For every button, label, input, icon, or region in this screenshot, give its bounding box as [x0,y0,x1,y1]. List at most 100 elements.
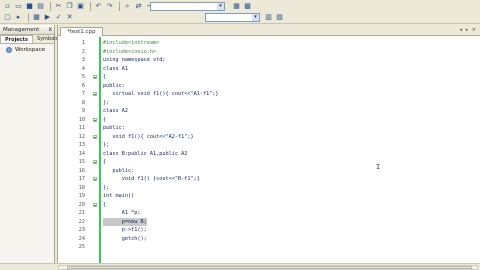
new-file-icon[interactable]: ▫ [3,2,12,11]
line-number: 3 [81,57,85,63]
code-line[interactable]: class B:public A1,public A2 [103,150,187,159]
code-line[interactable]: { [103,73,106,82]
fold-marker-icon[interactable] [93,134,97,139]
code-line[interactable]: p->f1(); [103,226,147,235]
paste-icon[interactable]: ▣ [76,2,85,11]
fold-marker-icon[interactable] [93,177,97,181]
text-cursor: I [376,163,381,171]
fold-marker-icon[interactable] [93,92,97,96]
toolbar-separator [90,2,91,11]
line-number: 7 [81,91,85,97]
compile-icon[interactable]: ▦ [32,13,41,22]
line-number: 20 [78,201,85,208]
code-line[interactable]: virtual void f1(){ cout<<"A1-f1";} [103,90,218,99]
line-number-gutter: 1 2 3 4 5 6 7 8 9 10 11 12 13 14 15 16 17 18 19 20 21 22 23 24 2… [58,37,91,263]
code-line[interactable]: { [103,201,106,210]
fold-marker-icon[interactable] [93,75,97,79]
chevron-down-icon[interactable]: ▾ [252,14,259,21]
undo-icon[interactable]: ↶ [94,2,103,11]
workspace-item[interactable]: Workspace [0,47,54,53]
toolbar-row-2-right: ▥ ▧ [264,12,286,23]
code-line[interactable]: }; [103,184,109,193]
management-title-text: Management [3,27,40,33]
line-number: 1 [81,40,85,46]
line-number: 12 [78,133,85,140]
toolbar: ▫ ▭ ■ ▤ ✂ ❐ ▣ ↶ ↷ ⌕ ⇄ → ▾ ▦ ▩ ▢ ▸ ▦ ▶ ✓ … [0,0,480,24]
code-line[interactable]: void f1(){ cout<<"A2-f1";} [103,133,193,142]
project-icon[interactable]: ▢ [3,13,12,22]
redo-icon[interactable]: ↷ [105,2,114,11]
management-panel: Management x Projects Symbols Workspace [0,25,58,263]
options-icon[interactable]: ▧ [275,13,284,22]
bookmark-icon[interactable]: ▸ [14,13,23,22]
toolbar-combo-2[interactable]: ▾ [205,13,260,22]
code-line[interactable]: #include<iostream> [103,39,159,48]
code-line[interactable]: p=new B; [103,217,147,226]
line-number: 16 [78,167,85,174]
find-icon[interactable]: ⌕ [123,2,132,11]
replace-icon[interactable]: ⇄ [134,2,143,11]
fold-marker-icon[interactable] [93,160,97,164]
rebuild-icon[interactable]: ▩ [243,2,252,11]
code-line[interactable]: }; [103,141,109,150]
code-line[interactable]: #include<conio.h> [103,48,156,57]
toolbar-separator [50,2,51,11]
cut-icon[interactable]: ✂ [54,2,63,11]
editor-area: *test1.cpp ◂ ▸ × 1 2 3 4 5 6 7 8 9 10 11 12 13 14 15 16… [57,25,480,263]
code-line[interactable]: A1 *p; [103,209,141,218]
code-line[interactable]: getch(); [103,235,147,244]
workspace-label: Workspace [15,47,46,53]
toolbar-row-1: ▫ ▭ ■ ▤ ✂ ❐ ▣ ↶ ↷ ⌕ ⇄ → [3,1,156,12]
tab-scroll-arrows[interactable]: ◂ ▸ × [460,27,477,33]
line-number: 5 [81,74,85,80]
scrollbar-thumb[interactable] [67,266,472,269]
code-editor[interactable]: #include<iostream> #include<conio.h> using… [103,37,479,263]
line-number: 14 [78,150,85,157]
horizontal-scrollbar[interactable] [58,265,478,270]
management-panel-title: Management x [0,25,54,35]
code-line[interactable]: using namespace std; [103,56,165,65]
status-bar [0,263,480,270]
line-number: 2 [81,48,85,55]
change-bar [99,37,101,263]
code-line[interactable]: { [103,158,106,167]
code-line[interactable]: class A1 [103,65,128,74]
run-icon[interactable]: ▶ [43,13,52,22]
editor-tabbar: *test1.cpp ◂ ▸ × [58,25,480,36]
line-number: 22 [78,218,85,225]
tab-projects[interactable]: Projects [0,35,34,43]
fold-marker-icon[interactable] [93,117,97,122]
code-line[interactable]: public: [103,167,134,176]
line-number: 23 [78,227,85,233]
code-line[interactable]: }; [103,99,109,108]
line-number: 24 [78,235,85,242]
stop-icon[interactable]: ✕ [65,13,74,22]
chevron-down-icon[interactable]: ▾ [217,3,224,10]
build-icon[interactable]: ▦ [232,2,241,11]
debug-icon[interactable]: ✓ [54,13,63,22]
save-all-icon[interactable]: ▤ [36,2,45,11]
toolbar-separator [119,2,120,11]
save-icon[interactable]: ■ [25,2,34,11]
class-browser-icon[interactable]: ▥ [264,13,273,22]
line-number: 17 [78,176,85,182]
code-line[interactable]: class A2 [103,107,128,116]
fold-margin[interactable] [91,37,99,263]
line-number: 15 [78,159,85,165]
close-icon[interactable]: x [48,25,52,35]
line-number: 8 [81,99,85,106]
line-number: 6 [81,82,85,89]
toolbar-row-2: ▢ ▸ ▦ ▶ ✓ ✕ [3,12,76,23]
code-line[interactable]: { [103,116,106,125]
open-icon[interactable]: ▭ [14,2,23,11]
line-number: 10 [78,116,85,123]
fold-marker-icon[interactable] [93,202,97,207]
file-tab[interactable]: *test1.cpp [60,27,103,36]
code-line[interactable]: public: [103,82,125,91]
toolbar-row-1-right: ▦ ▩ [232,1,254,12]
code-line[interactable]: void f1() {cout<<"B-f1";} [103,175,200,184]
copy-icon[interactable]: ❐ [65,2,74,11]
toolbar-combo-1[interactable]: ▾ [150,2,225,11]
code-line[interactable]: public: [103,124,125,133]
code-line[interactable]: int main() [103,192,134,201]
